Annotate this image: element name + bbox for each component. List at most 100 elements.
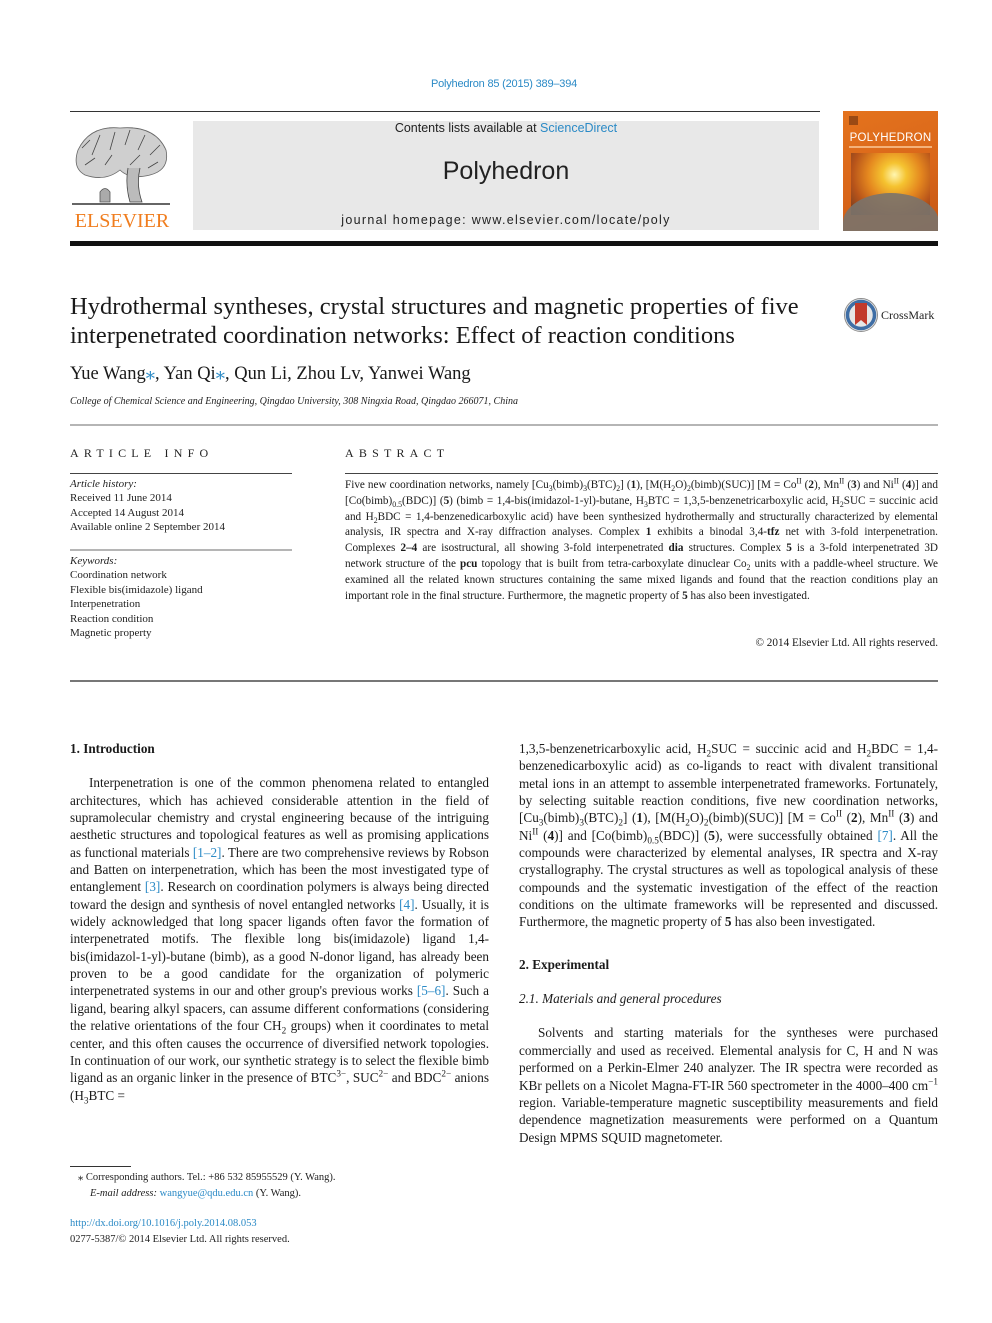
text-run: (BDC)] ( — [402, 494, 444, 507]
text-run: 3 — [903, 810, 910, 826]
sciencedirect-link[interactable]: ScienceDirect — [540, 121, 617, 135]
author-name[interactable]: Yue Wang — [70, 364, 146, 384]
text-run: (BTC) — [587, 479, 617, 491]
contents-prefix: Contents lists available at — [394, 121, 541, 135]
text-run: 2–4 — [400, 542, 418, 555]
text-run: (bimb)(SUC)] [M = Co — [690, 479, 797, 491]
keyword-item: Magnetic property — [70, 627, 152, 640]
text-run: ( — [538, 827, 548, 843]
text-run: −1 — [928, 1076, 938, 1087]
abstract-end-rule — [70, 680, 938, 682]
header-thick-rule — [70, 241, 938, 246]
reference-link[interactable]: [5–6] — [417, 983, 446, 998]
text-run: ), [M(H — [642, 810, 686, 826]
homepage-url-link[interactable]: www.elsevier.com/locate/poly — [472, 213, 671, 227]
journal-cover-image[interactable]: POLYHEDRON — [843, 111, 938, 231]
corresponding-author-footnote: ⁎ Corresponding authors. Tel.: +86 532 8… — [78, 1170, 498, 1202]
affiliation: College of Chemical Science and Engineer… — [70, 396, 518, 407]
article-info-heading: ARTICLE INFO — [70, 446, 214, 460]
corresponding-author-mark[interactable]: ⁎ — [216, 364, 225, 384]
text-run: (bimb)(SUC)] [M = Co — [708, 810, 836, 826]
keyword-item: Interpenetration — [70, 598, 141, 611]
keywords-rule — [70, 549, 292, 551]
text-run: topology that is built from tetra-carbox… — [477, 557, 747, 570]
text-run: (BDC)] ( — [658, 827, 709, 843]
doi-link[interactable]: http://dx.doi.org/10.1016/j.poly.2014.08… — [70, 1216, 290, 1232]
text-run: 0.5 — [647, 835, 659, 846]
text-run: Five new coordination networks, namely [… — [345, 479, 549, 491]
email-label: E-mail address: — [90, 1188, 160, 1199]
reference-link[interactable]: [3] — [145, 879, 160, 894]
keyword-item: Coordination network — [70, 569, 167, 582]
body-column-left: 1. Introduction Interpenetration is one … — [70, 740, 489, 1105]
reference-link[interactable]: [1–2] — [193, 845, 222, 860]
abstract-rule — [345, 473, 938, 474]
author-name[interactable]: Zhou Lv — [296, 364, 359, 384]
text-run: 2− — [441, 1068, 452, 1079]
text-run: )] and [Co(bimb) — [554, 827, 648, 843]
text-run: BTC = 1,3,5-benzenetricarboxylic acid, H — [647, 494, 840, 507]
text-run: 3− — [336, 1068, 347, 1079]
keyword-item: Reaction condition — [70, 612, 154, 625]
journal-masthead: Contents lists available at ScienceDirec… — [193, 121, 819, 230]
text-run: exhibits a binodal 3,4- — [651, 526, 768, 539]
experimental-paragraph: Solvents and starting materials for the … — [519, 1024, 938, 1145]
corresponding-author-mark[interactable]: ⁎ — [146, 364, 155, 384]
text-run: O) — [689, 810, 704, 826]
author-list: Yue Wang⁎, Yan Qi⁎, Qun Li, Zhou Lv, Yan… — [70, 363, 471, 385]
author-separator: , — [287, 364, 297, 384]
author-name[interactable]: Yanwei Wang — [368, 364, 471, 384]
author-name[interactable]: Yan Qi — [164, 364, 216, 384]
footnote-rule — [70, 1166, 131, 1167]
text-run: 0.5 — [392, 500, 403, 510]
text-run: (bimb) — [552, 479, 584, 491]
history-label: Article history: — [70, 478, 137, 490]
text-run: ), [M(H — [636, 479, 672, 491]
cover-elsevier-mark-icon — [849, 116, 858, 125]
author-name[interactable]: Qun Li — [234, 364, 287, 384]
cover-title: POLYHEDRON — [849, 132, 932, 144]
article-history: Article history: Received 11 June 2014 A… — [70, 477, 225, 535]
text-run: O) — [675, 479, 687, 491]
crossmark-button[interactable]: CrossMark — [843, 297, 938, 335]
cover-illustration — [843, 153, 938, 231]
article-info-rule — [70, 473, 292, 474]
section-heading-experimental: 2. Experimental — [519, 956, 610, 972]
text-run: are isostructural, all showing 3-fold in… — [417, 542, 669, 555]
text-run: ) and Ni — [856, 479, 894, 491]
elsevier-wordmark: ELSEVIER — [74, 210, 170, 232]
homepage-prefix: journal homepage: — [341, 213, 472, 227]
history-accepted: Accepted 14 August 2014 — [70, 506, 184, 519]
text-run: ] ( — [623, 810, 637, 826]
keywords-list: Keywords: Coordination network Flexible … — [70, 554, 203, 640]
article-title: Hydrothermal syntheses, crystal structur… — [70, 293, 799, 349]
text-run: ), Mn — [857, 810, 889, 826]
introduction-paragraph-continued: 1,3,5-benzenetricarboxylic acid, H 2 SUC =… — [519, 740, 938, 931]
text-run: ( — [898, 479, 906, 491]
text-run: has also been investigated. — [731, 914, 876, 930]
body-column-right: 1,3,5-benzenetricarboxylic acid, H 2 SUC =… — [519, 740, 938, 1146]
abstract-text: Five new coordination networks, namely [… — [345, 477, 938, 604]
footnote-text: Corresponding authors. Tel.: +86 532 859… — [83, 1172, 336, 1183]
journal-citation-link[interactable]: Polyhedron 85 (2015) 389–394 — [0, 78, 992, 90]
reference-link[interactable]: [7] — [877, 828, 892, 843]
text-run: ) (bimb = 1,4-bis(imidazol-1-yl)-butane,… — [449, 494, 644, 507]
text-run: ] ( — [620, 479, 631, 491]
text-run: has also been investigated. — [687, 589, 810, 602]
text-run: tfz — [767, 526, 780, 539]
keywords-label: Keywords: — [70, 555, 118, 567]
text-run: region. Variable-temperature magnetic su… — [519, 1094, 938, 1145]
text-run: SUC = succinic acid and H — [711, 741, 867, 756]
text-run: and BDC — [388, 1070, 442, 1086]
crossmark-icon — [844, 298, 878, 332]
email-link[interactable]: wangyue@qdu.edu.cn — [160, 1188, 254, 1199]
abstract-heading: ABSTRACT — [345, 446, 450, 460]
journal-homepage: journal homepage: www.elsevier.com/locat… — [193, 213, 819, 227]
text-run: ( — [894, 810, 904, 826]
cover-subtitle-line — [849, 146, 932, 148]
reference-link[interactable]: [4] — [399, 897, 414, 912]
text-run: , SUC — [346, 1070, 379, 1086]
text-run: dia — [668, 542, 684, 555]
author-separator: , — [359, 364, 368, 384]
doi-block: http://dx.doi.org/10.1016/j.poly.2014.08… — [70, 1216, 290, 1247]
